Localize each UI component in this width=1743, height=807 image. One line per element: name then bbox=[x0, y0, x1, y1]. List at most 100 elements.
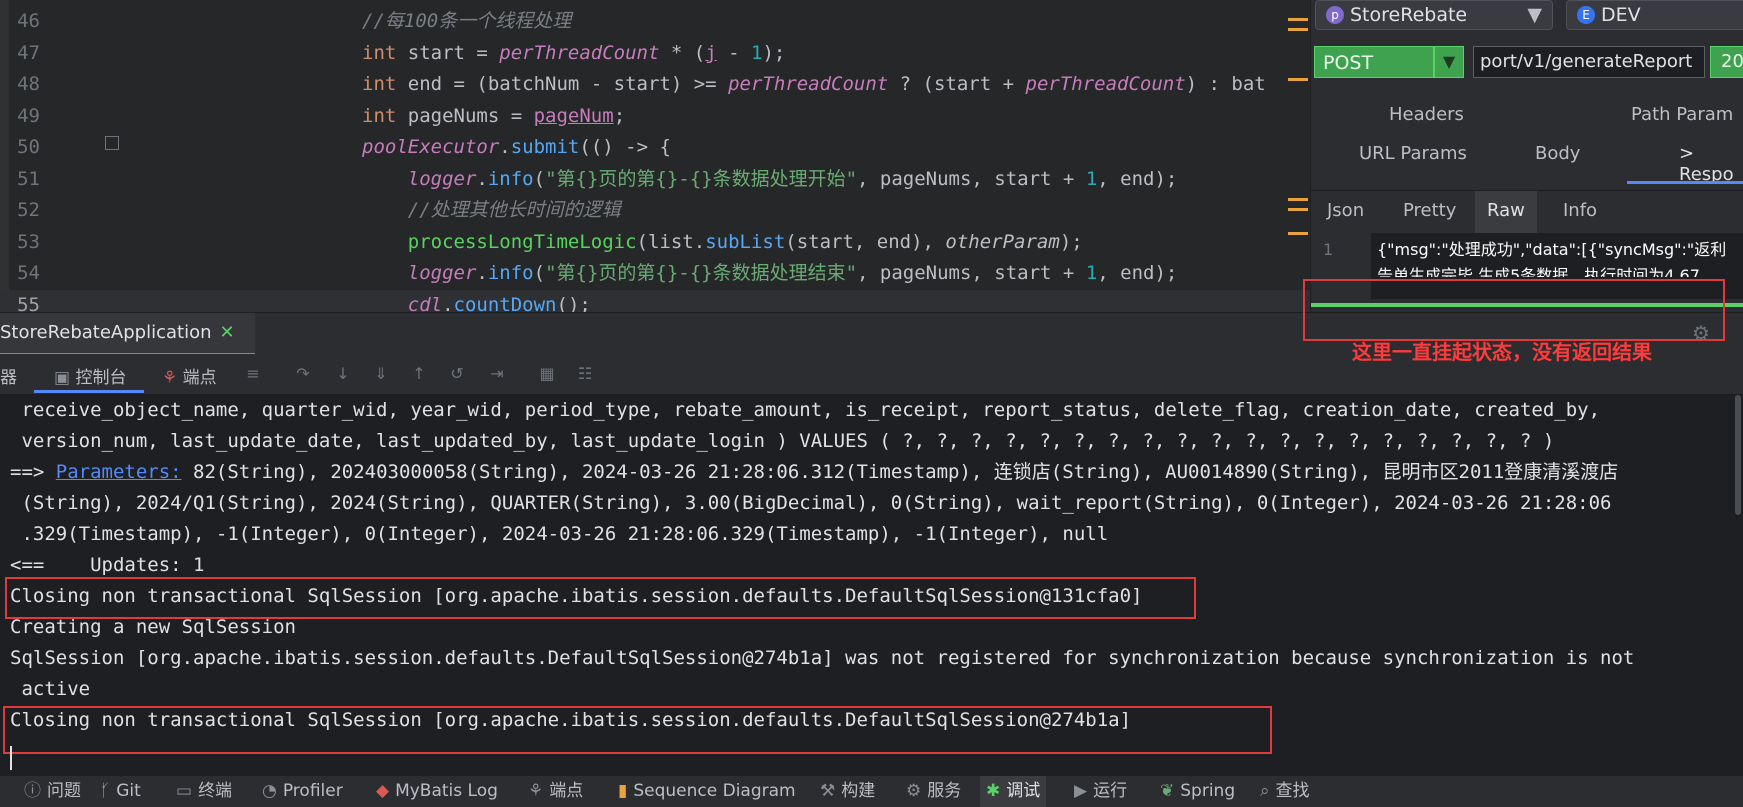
search-icon: ⌕ bbox=[1260, 781, 1270, 801]
tab-path-param[interactable]: Path Param bbox=[1631, 104, 1733, 125]
toolwindow-spring[interactable]: ❦ Spring bbox=[1160, 776, 1235, 807]
console-output[interactable]: receive_object_name, quarter_wid, year_w… bbox=[0, 395, 1743, 775]
toolwindow-label: Spring bbox=[1180, 781, 1236, 801]
highlight-box bbox=[5, 577, 1196, 619]
env-badge-icon: E bbox=[1577, 6, 1595, 24]
trace-icon[interactable]: ☷ bbox=[576, 364, 594, 383]
console-scrollbar[interactable] bbox=[1735, 395, 1741, 515]
toolwindow-terminal[interactable]: ▭ 终端 bbox=[176, 776, 232, 807]
toolwindow-mybatis-log[interactable]: ◆ MyBatis Log bbox=[376, 776, 498, 807]
console-line: receive_object_name, quarter_wid, year_w… bbox=[10, 399, 1601, 421]
step-out-icon[interactable]: ↑ bbox=[410, 364, 428, 383]
toolwindow-profiler[interactable]: ◔ Profiler bbox=[262, 776, 343, 807]
line-number: 51 bbox=[17, 167, 40, 190]
code-text: logger.info("第{}页的第{}-{}条数据处理开始", pageNu… bbox=[407, 167, 1178, 190]
sequence-diagram-icon: ▮ bbox=[618, 781, 628, 801]
tab-pretty[interactable]: Pretty bbox=[1391, 191, 1468, 233]
code-line: 52 //处理其他长时间的逻辑 bbox=[0, 195, 1310, 226]
console-line: ==> Parameters: 82(String), 202403000058… bbox=[10, 457, 1618, 488]
toolwindow-label: 运行 bbox=[1093, 781, 1128, 801]
highlight-box bbox=[1303, 279, 1725, 341]
close-icon[interactable]: ✕ bbox=[220, 322, 235, 343]
response-line-1: {"msg":"处理成功","data":[{"syncMsg":"返利 bbox=[1377, 240, 1727, 259]
toolwindow-label: 端点 bbox=[549, 781, 584, 801]
line-number: 48 bbox=[17, 73, 40, 95]
code-editor[interactable]: 46 //每100条一个线程处理 47 int start = perThreadCo… bbox=[0, 0, 1310, 312]
console-tab[interactable]: ▣ 控制台 bbox=[54, 363, 126, 388]
endpoints-icon: ⚘ bbox=[162, 368, 183, 388]
console-line: version_num, last_update_date, last_upda… bbox=[10, 430, 1555, 452]
rest-client-panel: p StoreRebate ▼ E DEV POST ▼ port/v1/gener… bbox=[1310, 0, 1743, 312]
highlight-box bbox=[3, 706, 1272, 754]
code-line: 47 int start = perThreadCount * (j - 1); bbox=[0, 38, 1310, 69]
code-line: 49 int pageNums = pageNum; bbox=[0, 101, 1310, 132]
toolwindow-label: 查找 bbox=[1275, 781, 1310, 801]
tab-response[interactable]: > Respo bbox=[1679, 143, 1743, 185]
console-icon: ▣ bbox=[54, 368, 76, 388]
chevron-down-icon[interactable]: ▼ bbox=[1434, 46, 1464, 78]
step-over-icon[interactable]: ↷ bbox=[294, 364, 312, 383]
tab-raw[interactable]: Raw bbox=[1475, 191, 1537, 233]
toolwindow-git[interactable]: ᚶ Git bbox=[100, 776, 141, 807]
tab-info[interactable]: Info bbox=[1551, 191, 1609, 233]
code-text: int pageNums = pageNum; bbox=[362, 104, 626, 127]
toolwindow-endpoints[interactable]: ⚘ 端点 bbox=[528, 776, 583, 807]
toolwindow-services[interactable]: ⚙ 服务 bbox=[906, 776, 961, 807]
toolwindow-label: Git bbox=[116, 781, 141, 801]
line-number: 46 bbox=[17, 10, 40, 32]
project-select[interactable]: p StoreRebate ▼ bbox=[1315, 0, 1553, 30]
tab-json[interactable]: Json bbox=[1315, 191, 1376, 233]
url-input[interactable]: port/v1/generateReport bbox=[1473, 46, 1705, 78]
tab-body[interactable]: Body bbox=[1535, 143, 1580, 164]
toolwindow-label: 调试 bbox=[1006, 781, 1041, 801]
toolwindow-run[interactable]: ▶ 运行 bbox=[1074, 776, 1127, 807]
endpoints-tab[interactable]: ⚘ 端点 bbox=[162, 363, 217, 388]
parameters-link[interactable]: Parameters: bbox=[56, 461, 182, 483]
toolwindow-label: Sequence Diagram bbox=[633, 781, 796, 801]
toolwindow-problems[interactable]: ⓘ 问题 bbox=[24, 776, 81, 807]
toolbar-debugger-label[interactable]: 器 bbox=[0, 363, 17, 388]
evaluate-icon[interactable]: ▦ bbox=[538, 364, 556, 383]
run-to-cursor-icon[interactable]: ⇥ bbox=[488, 364, 506, 383]
fold-icon[interactable] bbox=[105, 136, 119, 150]
response-view-tabs: Json Pretty Raw Info bbox=[1311, 190, 1743, 234]
http-method-select[interactable]: POST bbox=[1314, 46, 1434, 78]
force-step-into-icon[interactable]: ⇓ bbox=[372, 364, 390, 383]
toolwindow-sequence-diagram[interactable]: ▮ Sequence Diagram bbox=[618, 776, 796, 807]
endpoints-tab-label: 端点 bbox=[182, 368, 217, 388]
step-into-icon[interactable]: ↓ bbox=[334, 364, 352, 383]
tab-url-params[interactable]: URL Params bbox=[1359, 143, 1467, 164]
code-line: 46 //每100条一个线程处理 bbox=[0, 6, 1310, 37]
code-line: 48 int end = (batchNum - start) >= perThr… bbox=[0, 69, 1310, 100]
code-line: 51 logger.info("第{}页的第{}-{}条数据处理开始", pag… bbox=[0, 164, 1310, 195]
drop-frame-icon[interactable]: ↺ bbox=[448, 364, 466, 383]
toolwindow-label: Profiler bbox=[282, 781, 343, 801]
code-text: poolExecutor.submit(() -> { bbox=[362, 136, 671, 158]
code-line: 54 logger.info("第{}页的第{}-{}条数据处理结束", pag… bbox=[0, 258, 1310, 289]
code-text: cdl.countDown(); bbox=[407, 293, 591, 313]
code-text: int end = (batchNum - start) >= perThrea… bbox=[362, 73, 1266, 95]
status-badge: 200 bbox=[1710, 46, 1743, 78]
tab-run-configuration[interactable]: StoreRebateApplication ✕ bbox=[0, 313, 255, 355]
toolwindow-label: 终端 bbox=[198, 781, 233, 801]
tool-window-bar: ⓘ 问题 ᚶ Git ▭ 终端 ◔ Profiler ◆ MyBatis Log ⚘ 端点 … bbox=[0, 775, 1743, 807]
env-select[interactable]: E DEV bbox=[1566, 0, 1743, 30]
text-caret bbox=[10, 746, 12, 770]
code-text: //处理其他长时间的逻辑 bbox=[407, 199, 621, 221]
line-number: 55 bbox=[17, 293, 40, 313]
toolwindow-label: MyBatis Log bbox=[395, 781, 498, 801]
code-text: logger.info("第{}页的第{}-{}条数据处理结束", pageNu… bbox=[407, 262, 1178, 284]
problems-icon: ⓘ bbox=[24, 781, 41, 801]
run-tab-label: StoreRebateApplication bbox=[0, 322, 212, 343]
bug-icon: ✱ bbox=[986, 781, 1001, 801]
tab-headers[interactable]: Headers bbox=[1389, 104, 1464, 125]
line-number: 54 bbox=[17, 262, 40, 284]
hammer-icon: ⚒ bbox=[820, 781, 836, 801]
toolwindow-build[interactable]: ⚒ 构建 bbox=[820, 776, 875, 807]
code-line: 55 cdl.countDown(); bbox=[0, 289, 1310, 313]
services-icon: ⚙ bbox=[906, 781, 922, 801]
toolwindow-find[interactable]: ⌕ 查找 bbox=[1260, 776, 1310, 807]
toolwindow-label: 构建 bbox=[841, 781, 876, 801]
menu-icon[interactable]: ≡ bbox=[244, 364, 262, 383]
toolwindow-debug[interactable]: ✱ 调试 bbox=[980, 776, 1047, 807]
